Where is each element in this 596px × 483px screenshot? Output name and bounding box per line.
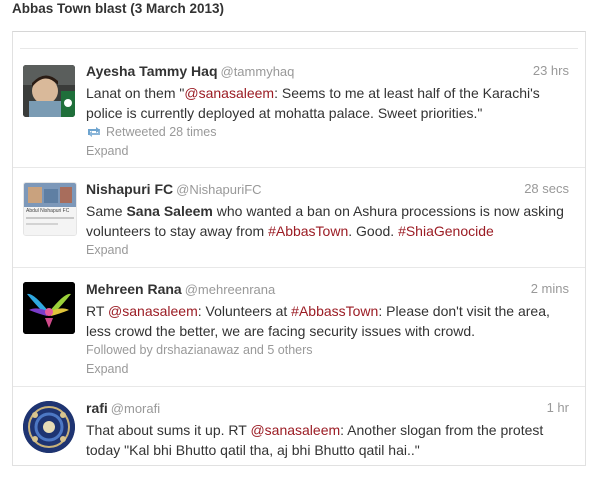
timeline-header-bar [20, 32, 578, 49]
tweet-item[interactable]: rafi @morafi 1 hr That about sums it up. … [13, 387, 585, 465]
tweet-timestamp[interactable]: 2 mins [531, 281, 569, 296]
expand-link[interactable]: Expand [86, 142, 569, 161]
child-avatar-icon[interactable] [23, 65, 75, 117]
retweet-count-text: Retweeted 28 times [106, 125, 217, 139]
tweet-item[interactable]: Ayesha Tammy Haq @tammyhaq 23 hrs Lanat o… [13, 49, 585, 168]
embedded-timeline[interactable]: Ayesha Tammy Haq @tammyhaq 23 hrs Lanat o… [12, 31, 586, 466]
hashtag-link[interactable]: #AbbassTown [291, 303, 378, 319]
tweet-timestamp[interactable]: 23 hrs [533, 63, 569, 78]
tweet-item[interactable]: Abdul Nishapuri FC Nishapuri FC @Nishapur… [13, 168, 585, 268]
tweet-text: Lanat on them "@sanasaleem: Seems to me … [86, 83, 569, 123]
tweet-text-segment: Same [86, 203, 127, 219]
tweet-text-segment: . Good. [348, 223, 399, 239]
tweet-author-name[interactable]: Mehreen Rana [86, 281, 182, 297]
retweet-icon [88, 127, 100, 137]
tweet-timestamp[interactable]: 28 secs [524, 181, 569, 196]
tweet-text-segment: : Volunteers at [197, 303, 292, 319]
tweet-author-name[interactable]: Nishapuri FC [86, 181, 173, 197]
retweet-info: Retweeted 28 times [86, 123, 569, 142]
tweet-author-handle[interactable]: @morafi [111, 401, 160, 416]
tweet-text: RT @sanasaleem: Volunteers at #AbbassTow… [86, 301, 569, 341]
hashtag-link[interactable]: #AbbasTown [268, 223, 348, 239]
followed-by-info: Followed by drshazianawaz and 5 others [86, 343, 313, 357]
tweet-text-segment: Lanat on them " [86, 85, 185, 101]
tweet-author-handle[interactable]: @NishapuriFC [176, 182, 261, 197]
mosaic-dome-avatar-icon[interactable] [23, 401, 75, 453]
tweet-text: That about sums it up. RT @sanasaleem: A… [86, 420, 569, 460]
tweet-text: Same Sana Saleem who wanted a ban on Ash… [86, 201, 569, 241]
avatar-caption: Abdul Nishapuri FC [26, 208, 70, 214]
tweet-timestamp[interactable]: 1 hr [547, 400, 569, 415]
mention-link[interactable]: @sanasaleem [108, 303, 198, 319]
tweet-item[interactable]: Mehreen Rana @mehreenrana 2 mins RT @sana… [13, 268, 585, 387]
tweet-text-segment: RT [86, 303, 109, 319]
tweet-author-handle[interactable]: @mehreenrana [185, 282, 276, 297]
profile-banner-avatar-icon[interactable]: Abdul Nishapuri FC [23, 182, 77, 236]
tweet-text-segment: That about sums it up. RT [86, 422, 251, 438]
hashtag-link[interactable]: #ShiaGenocide [398, 223, 494, 239]
timeline-caption: Abbas Town blast (3 March 2013) [12, 1, 225, 16]
expand-link[interactable]: Expand [86, 360, 569, 379]
tweet-author-name[interactable]: rafi [86, 400, 108, 416]
mention-link[interactable]: @sanasaleem [250, 422, 340, 438]
expand-link[interactable]: Expand [86, 241, 569, 260]
tweet-author-name[interactable]: Ayesha Tammy Haq [86, 63, 218, 79]
mention-link[interactable]: @sanasaleem [184, 85, 274, 101]
highlighted-name: Sana Saleem [126, 203, 213, 219]
glowing-wings-avatar-icon[interactable] [23, 282, 75, 334]
tweet-author-handle[interactable]: @tammyhaq [221, 64, 295, 79]
